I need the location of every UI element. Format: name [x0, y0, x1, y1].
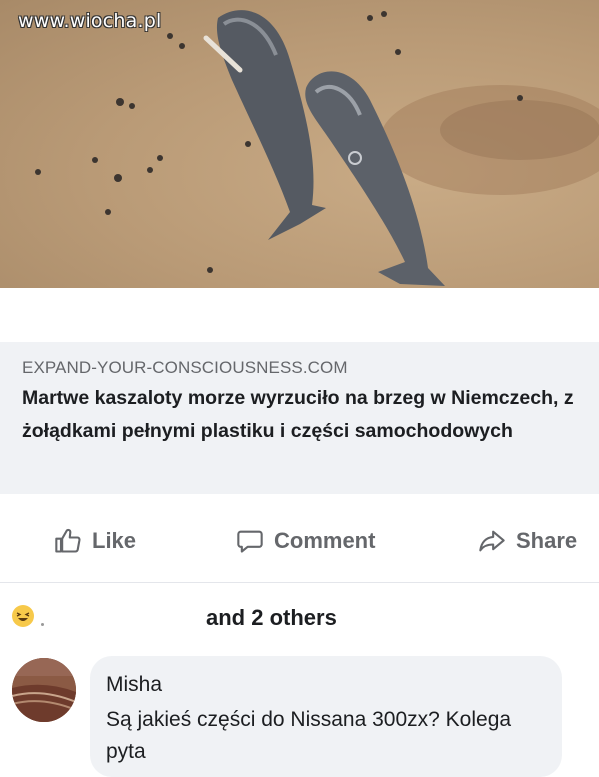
like-button[interactable]: Like	[54, 526, 136, 556]
reactions-row[interactable]: and 2 others	[0, 583, 599, 655]
separator-dot	[41, 623, 44, 626]
thumbs-up-icon	[55, 528, 81, 553]
comment-author[interactable]: Misha	[106, 673, 162, 697]
avatar[interactable]	[12, 658, 76, 722]
share-label: Share	[516, 528, 578, 553]
post-action-bar: Like Comment Share	[0, 494, 599, 583]
link-domain: EXPAND-YOUR-CONSCIOUSNESS.COM	[22, 358, 348, 377]
comment-text: Są jakieś części do Nissana 300zx? Koleg…	[106, 708, 512, 763]
beached-whales-illustration	[35, 10, 599, 286]
speech-bubble-icon	[237, 530, 263, 553]
comment-label: Comment	[274, 528, 376, 553]
watermark: www.wiocha.pl	[18, 10, 162, 32]
comment-bubble: Misha Są jakieś części do Nissana 300zx?…	[90, 656, 562, 777]
like-label: Like	[92, 528, 137, 553]
post-image[interactable]: www.wiocha.pl	[0, 0, 599, 288]
spacer	[0, 288, 599, 342]
link-preview[interactable]: EXPAND-YOUR-CONSCIOUSNESS.COM Martwe kas…	[0, 342, 599, 494]
share-arrow-icon	[479, 530, 505, 552]
share-button[interactable]: Share	[478, 526, 577, 556]
haha-emoji-icon	[12, 605, 34, 627]
reactions-others-text[interactable]: and 2 others	[206, 605, 337, 631]
comment-button[interactable]: Comment	[236, 526, 375, 556]
link-headline[interactable]: Martwe kaszaloty morze wyrzuciło na brze…	[22, 382, 587, 448]
